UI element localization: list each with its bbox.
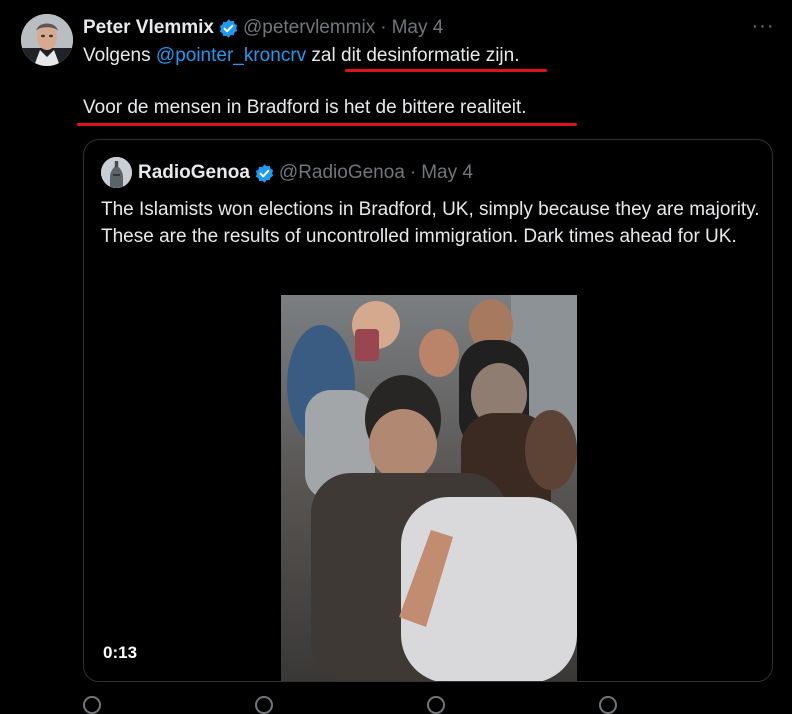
tweet-actions-bar — [83, 696, 773, 714]
quoted-tweet-text: The Islamists won elections in Bradford,… — [101, 199, 760, 247]
video-player[interactable]: 0:13 — [84, 295, 772, 681]
quoted-author-avatar[interactable] — [101, 157, 132, 188]
header-separator: · — [380, 17, 387, 38]
tweet-text-middle: zal — [306, 45, 342, 66]
more-options-icon[interactable]: ··· — [748, 14, 778, 42]
video-frame[interactable] — [281, 295, 577, 681]
quoted-tweet-date[interactable]: May 4 — [421, 162, 473, 184]
tweet-text-underlined: dit desinformatie zijn — [341, 45, 515, 66]
quoted-author-handle[interactable]: @RadioGenoa — [279, 162, 405, 184]
verified-badge-icon[interactable] — [218, 18, 239, 39]
tweet-text-prefix: Volgens — [83, 45, 156, 66]
mention-link[interactable]: @pointer_kroncrv — [156, 45, 306, 66]
views-icon[interactable] — [599, 696, 617, 714]
author-avatar[interactable] — [21, 14, 73, 66]
tweet-text-line-2: Voor de mensen in Bradford is het de bit… — [83, 97, 527, 118]
tweet-date[interactable]: May 4 — [392, 17, 444, 39]
like-icon[interactable] — [427, 696, 445, 714]
quoted-tweet-header: RadioGenoa @RadioGenoa · May 4 — [138, 161, 473, 185]
author-handle[interactable]: @petervlemmix — [243, 17, 375, 39]
quoted-verified-badge-icon[interactable] — [254, 163, 275, 184]
reply-icon[interactable] — [83, 696, 101, 714]
annotation-underline-2 — [77, 123, 577, 126]
annotation-underline-1 — [345, 69, 547, 72]
tweet-text-suffix: . — [514, 45, 520, 66]
tweet-header: Peter Vlemmix @petervlemmix · May 4 — [83, 15, 443, 41]
author-name[interactable]: Peter Vlemmix — [83, 17, 214, 39]
quoted-tweet-card[interactable]: RadioGenoa @RadioGenoa · May 4 The Islam… — [83, 139, 773, 682]
video-timestamp: 0:13 — [103, 643, 138, 662]
quoted-header-separator: · — [409, 162, 417, 183]
tweet-text-line-1: Volgens @pointer_kroncrv zal dit desinfo… — [83, 45, 520, 67]
quoted-author-name[interactable]: RadioGenoa — [138, 162, 250, 184]
repost-icon[interactable] — [255, 696, 273, 714]
